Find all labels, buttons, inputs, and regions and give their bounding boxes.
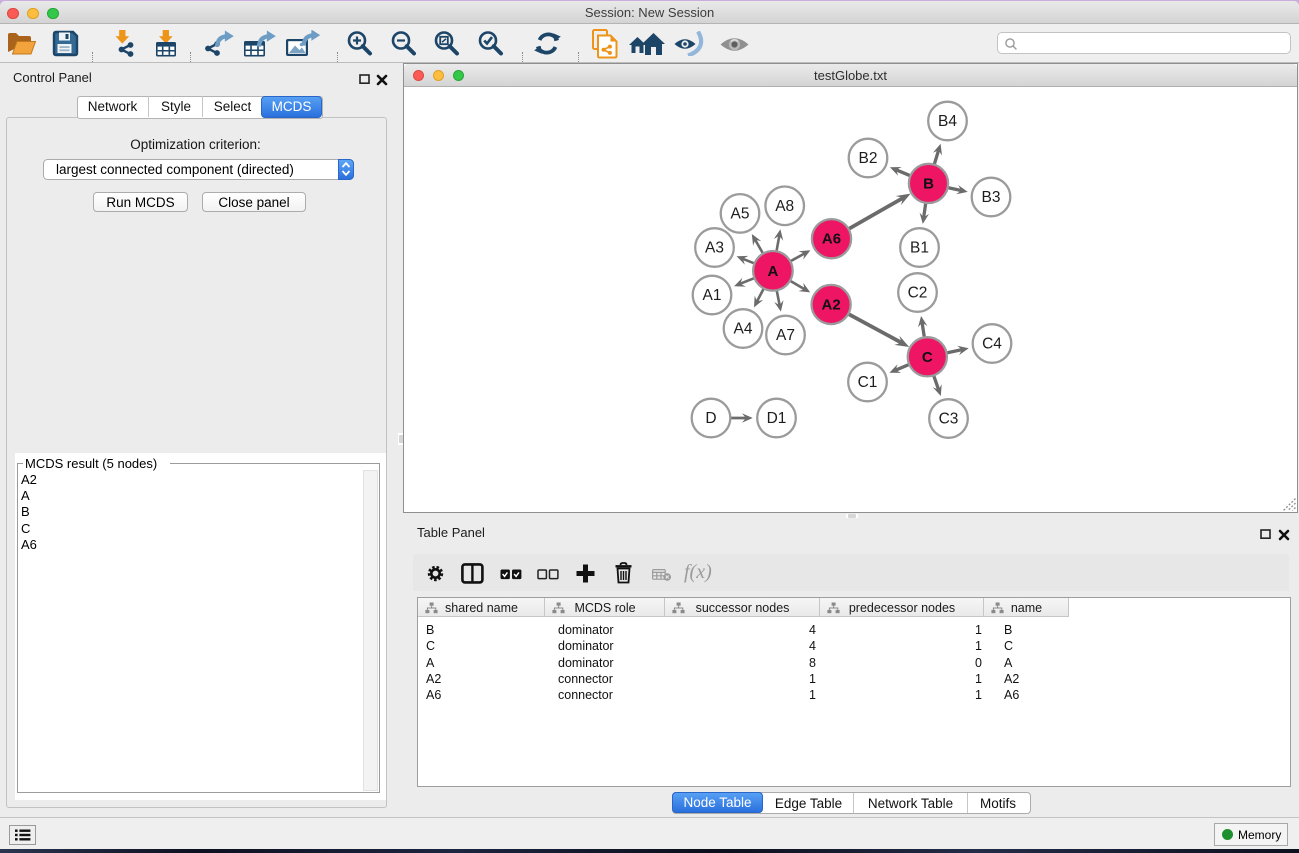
svg-text:A: A: [767, 263, 778, 280]
svg-text:A4: A4: [734, 321, 753, 338]
svg-text:B1: B1: [910, 240, 929, 257]
svg-text:A2: A2: [822, 297, 841, 314]
svg-text:A3: A3: [705, 240, 724, 257]
svg-text:B: B: [923, 175, 934, 192]
svg-text:B3: B3: [982, 189, 1001, 206]
svg-text:C2: C2: [908, 285, 928, 302]
svg-text:C1: C1: [858, 374, 878, 391]
svg-text:A1: A1: [703, 287, 722, 304]
svg-text:C: C: [922, 349, 933, 366]
svg-text:C3: C3: [939, 411, 959, 428]
svg-text:A8: A8: [775, 198, 794, 215]
svg-text:A5: A5: [731, 205, 750, 222]
svg-text:B4: B4: [938, 113, 957, 130]
svg-text:A6: A6: [822, 231, 841, 248]
svg-text:C4: C4: [982, 336, 1002, 353]
svg-text:D1: D1: [767, 410, 787, 427]
svg-text:A7: A7: [776, 327, 795, 344]
svg-text:D: D: [705, 410, 716, 427]
svg-text:B2: B2: [859, 150, 878, 167]
